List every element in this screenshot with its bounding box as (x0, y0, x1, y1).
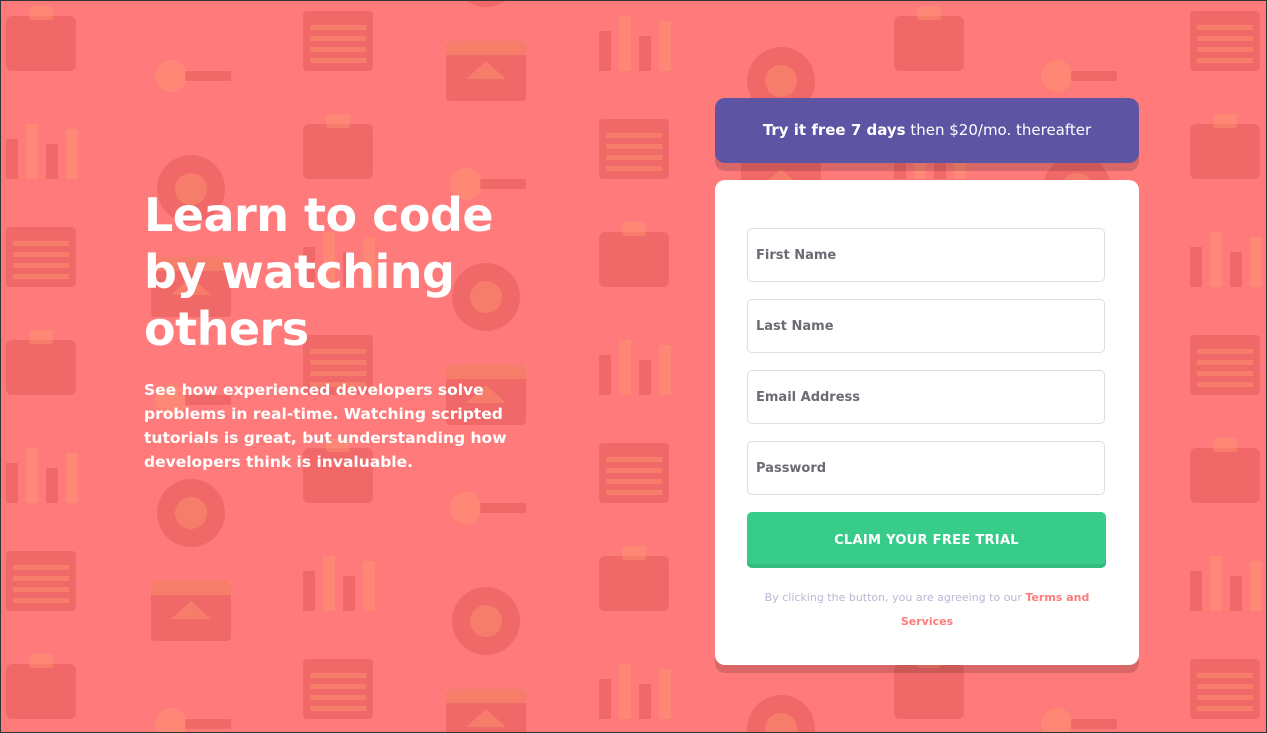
network-icon (1190, 232, 1262, 287)
promo-rest-text: then $20/mo. thereafter (905, 121, 1092, 139)
cart-icon (1041, 708, 1117, 732)
key-icon (1190, 114, 1260, 179)
promo-banner: Try it free 7 days then $20/mo. thereaft… (715, 98, 1139, 163)
terms-prefix: By clicking the button, you are agreeing… (764, 591, 1026, 604)
browser-home-icon (1190, 556, 1262, 611)
bar-chart-icon (599, 222, 669, 287)
handcuff-icon (6, 448, 78, 503)
globe-icon (452, 587, 520, 655)
signup-form-card: CLAIM YOUR FREE TRIAL By clicking the bu… (715, 180, 1139, 665)
key-icon (303, 11, 373, 71)
handcuff-icon (894, 6, 964, 71)
bar-chart-icon (1041, 60, 1117, 92)
globe-icon (446, 41, 526, 101)
headset-icon (6, 124, 78, 179)
gear-icon (599, 119, 669, 179)
thumbs-up-icon (446, 689, 526, 732)
toolbox-icon (155, 708, 231, 732)
terms-notice: By clicking the button, you are agreeing… (755, 586, 1099, 634)
cart-icon (155, 60, 231, 92)
headset-icon (450, 492, 526, 524)
search-icon (6, 6, 76, 71)
hero-section: Learn to code by watching others See how… (144, 187, 564, 474)
calendar-icon (1190, 335, 1260, 395)
claim-free-trial-button[interactable]: CLAIM YOUR FREE TRIAL (747, 512, 1106, 568)
bar-chart-icon (157, 479, 225, 547)
headset-icon (466, 1, 506, 7)
network-icon (303, 659, 373, 719)
key-icon (303, 556, 375, 611)
rocket-icon (1190, 438, 1260, 503)
last-name-input[interactable] (747, 299, 1105, 353)
lifebuoy-icon (599, 546, 669, 611)
rocket-icon (747, 695, 815, 732)
toolbox-icon (599, 443, 669, 503)
cart-icon (599, 340, 671, 395)
password-input[interactable] (747, 441, 1105, 495)
globe-icon (6, 227, 76, 287)
headset-icon (6, 654, 76, 719)
hero-title-line-1: Learn to code (144, 188, 494, 242)
lifebuoy-icon (599, 16, 671, 71)
first-name-input[interactable] (747, 228, 1105, 282)
search-icon (6, 551, 76, 611)
hero-description: See how experienced developers solve pro… (144, 381, 507, 471)
hero-title-line-3: others (144, 302, 309, 356)
browser-home-icon (1190, 11, 1260, 71)
promo-bold-text: Try it free 7 days (762, 121, 906, 139)
hero-title-line-2: by watching (144, 245, 455, 299)
email-input[interactable] (747, 370, 1105, 424)
hero-title: Learn to code by watching others (144, 187, 564, 358)
gear-icon (599, 664, 671, 719)
network-icon (303, 114, 373, 179)
key-icon (1190, 659, 1260, 719)
thumbs-up-icon (6, 330, 76, 395)
cart-icon (151, 581, 231, 641)
